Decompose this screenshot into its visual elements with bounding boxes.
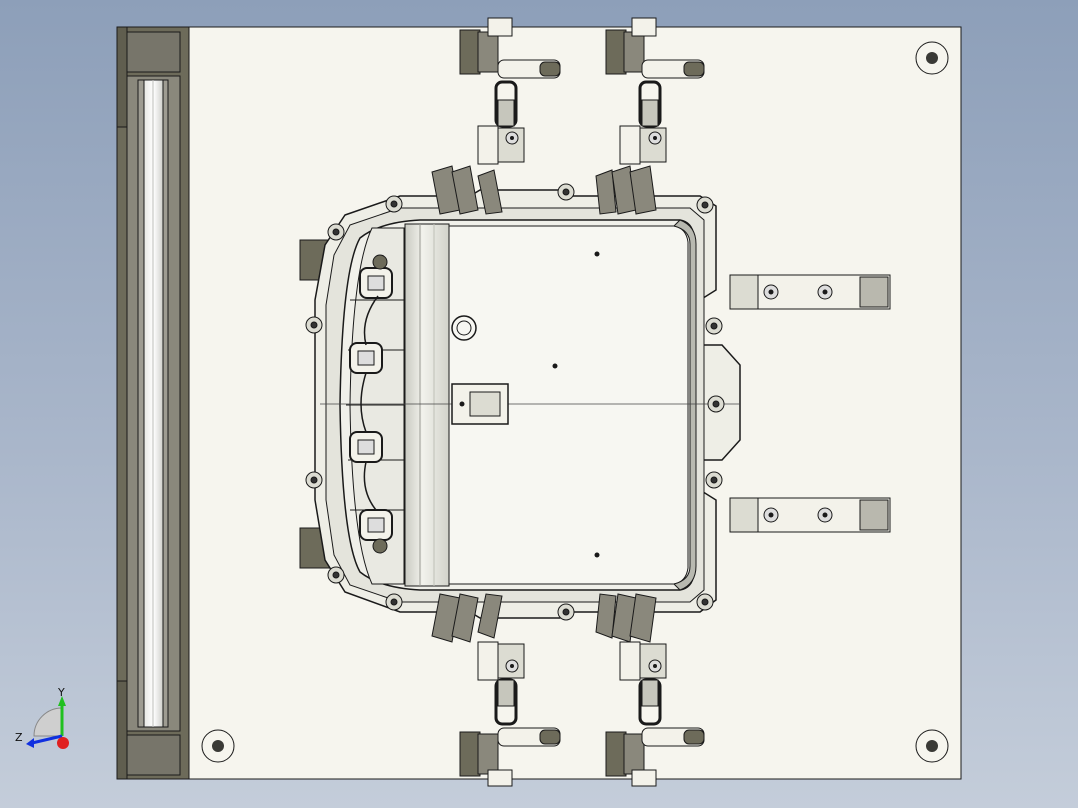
pin-lower — [372, 538, 388, 554]
triad-icon — [26, 696, 69, 749]
left-rail — [116, 26, 190, 780]
triad-y-label: Y — [58, 686, 65, 699]
housing-part — [314, 189, 741, 619]
clip-element-4 — [359, 509, 393, 541]
mounting-hole-bl — [201, 729, 235, 763]
side-clamp-upper — [729, 274, 891, 310]
clip-element-2 — [349, 342, 383, 374]
fixture-model[interactable] — [0, 0, 1078, 808]
mounting-hole-br — [915, 729, 949, 763]
cad-viewport[interactable]: Y Z — [0, 0, 1078, 808]
mounting-hole-tr — [915, 41, 949, 75]
side-clamp-lower — [729, 497, 891, 533]
pin-upper — [372, 254, 388, 270]
coordinate-triad: Y Z — [12, 686, 82, 756]
triad-z-label: Z — [15, 731, 23, 744]
clip-element-3 — [349, 431, 383, 463]
clip-element-1 — [359, 267, 393, 299]
